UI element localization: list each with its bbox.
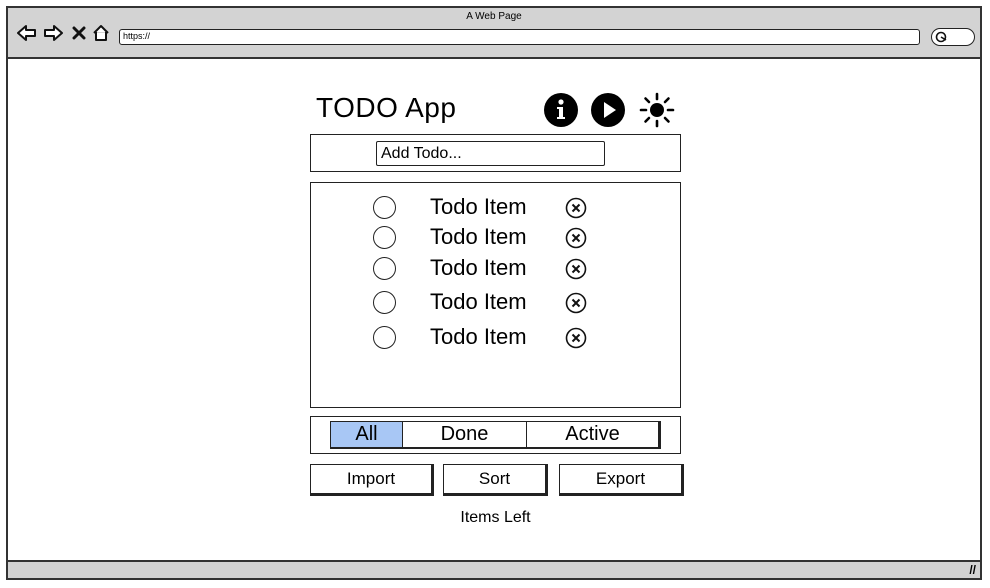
url-bar[interactable]: https://: [119, 29, 920, 45]
browser-search-button[interactable]: [931, 28, 975, 46]
delete-icon[interactable]: [565, 292, 587, 314]
export-button[interactable]: Export: [559, 464, 684, 496]
forward-arrow-icon[interactable]: [42, 22, 64, 44]
sort-button[interactable]: Sort: [443, 464, 548, 496]
delete-icon[interactable]: [565, 227, 587, 249]
search-icon: [935, 31, 947, 43]
todo-item-label: Todo Item: [430, 194, 527, 219]
browser-status-bar: //: [8, 560, 980, 578]
items-left-label: Items Left: [460, 509, 531, 526]
info-icon[interactable]: [543, 92, 579, 128]
filter-tab-done[interactable]: Done: [403, 422, 527, 447]
todo-item: Todo Item: [373, 324, 603, 352]
todo-checkbox[interactable]: [373, 226, 396, 249]
page-title: TODO App: [316, 92, 457, 123]
delete-icon[interactable]: [565, 258, 587, 280]
filter-panel: All Done Active: [310, 416, 681, 454]
todo-item-label: Todo Item: [430, 255, 527, 280]
todo-item: Todo Item: [373, 194, 603, 222]
todo-item: Todo Item: [373, 289, 603, 317]
add-todo-panel: [310, 134, 681, 172]
todo-item-label: Todo Item: [430, 224, 527, 249]
delete-icon[interactable]: [565, 197, 587, 219]
delete-icon[interactable]: [565, 327, 587, 349]
todo-item-label: Todo Item: [430, 289, 527, 314]
filter-tabs: All Done Active: [330, 421, 661, 449]
filter-tab-active[interactable]: Active: [527, 422, 658, 447]
window-title: A Web Page: [466, 11, 522, 22]
play-icon[interactable]: [590, 92, 626, 128]
import-button[interactable]: Import: [310, 464, 434, 496]
back-arrow-icon[interactable]: [16, 22, 38, 44]
todo-list: Todo Item Todo Item Todo Item Todo Item: [310, 182, 681, 408]
todo-checkbox[interactable]: [373, 326, 396, 349]
todo-checkbox[interactable]: [373, 196, 396, 219]
todo-item: Todo Item: [373, 224, 603, 252]
home-icon[interactable]: [90, 22, 112, 44]
filter-tab-all[interactable]: All: [331, 422, 403, 447]
browser-window: A Web Page https:// TODO App Add Todo...…: [6, 6, 982, 580]
todo-checkbox[interactable]: [373, 257, 396, 280]
todo-item-label: Todo Item: [430, 324, 527, 349]
sun-icon[interactable]: [639, 92, 675, 128]
add-todo-input[interactable]: [376, 141, 605, 166]
close-x-icon[interactable]: [68, 22, 90, 44]
todo-checkbox[interactable]: [373, 291, 396, 314]
resize-grip-icon[interactable]: //: [969, 563, 976, 577]
todo-item: Todo Item: [373, 255, 603, 283]
browser-chrome: A Web Page https://: [8, 8, 980, 59]
